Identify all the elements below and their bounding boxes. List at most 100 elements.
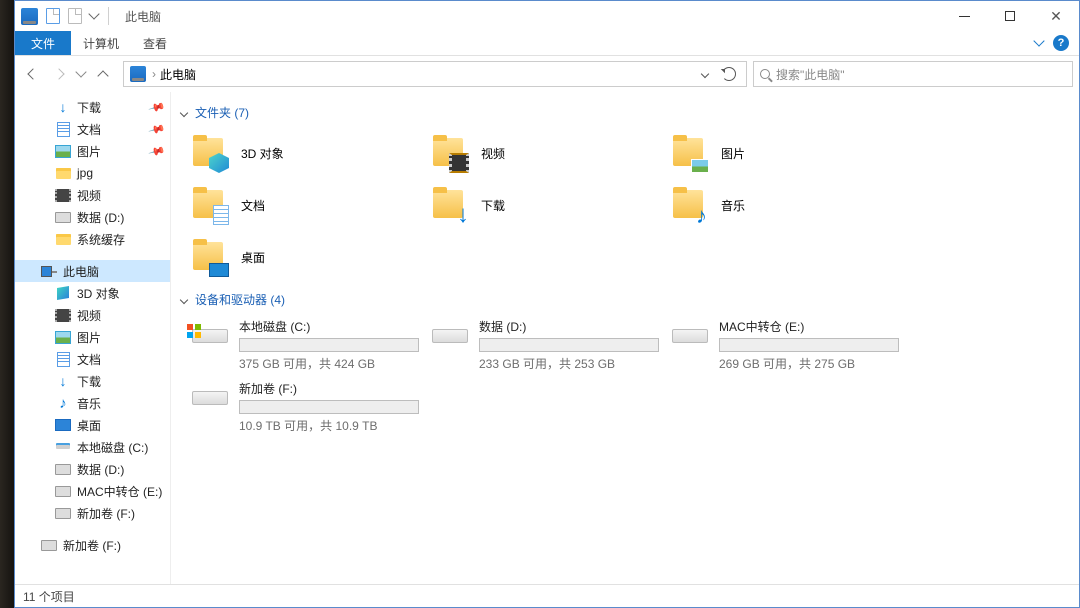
folder-icon (55, 231, 71, 247)
maximize-button[interactable] (987, 1, 1033, 31)
tree-item[interactable]: 图片 (15, 326, 170, 348)
capacity-bar (239, 338, 419, 352)
group-drives-header[interactable]: 设备和驱动器 (4) (171, 283, 1079, 314)
address-bar[interactable]: › 此电脑 (123, 61, 747, 87)
drive-item[interactable]: MAC中转仓 (E:) 269 GB 可用，共 275 GB (665, 314, 905, 376)
drive-item[interactable]: 数据 (D:) 233 GB 可用，共 253 GB (425, 314, 665, 376)
folder-icon (671, 135, 711, 171)
tab-file[interactable]: 文件 (15, 31, 71, 55)
tree-item[interactable]: 本地磁盘 (C:) (15, 436, 170, 458)
history-dropdown[interactable] (73, 62, 89, 86)
folder-item[interactable]: 图片 (665, 127, 905, 179)
folder-icon (191, 135, 231, 171)
folder-item[interactable]: 音乐 (665, 179, 905, 231)
hdd-icon (55, 461, 71, 477)
tree-this-pc[interactable]: 此电脑 (15, 260, 170, 282)
hdd-icon (55, 483, 71, 499)
dl-icon (55, 99, 71, 115)
this-pc-icon (21, 8, 38, 25)
folder-item[interactable]: 视频 (425, 127, 665, 179)
doc-icon (55, 121, 71, 137)
folder-item[interactable]: 下载 (425, 179, 665, 231)
address-dropdown-icon[interactable] (701, 70, 709, 78)
folder-icon (55, 165, 71, 181)
tree-item[interactable]: 新加卷 (F:) (15, 534, 170, 556)
tree-item[interactable]: 图片📌 (15, 140, 170, 162)
doc-icon (55, 351, 71, 367)
folder-icon (431, 135, 471, 171)
qat-newfolder-icon[interactable] (68, 8, 82, 24)
this-pc-icon (41, 263, 57, 279)
forward-button[interactable] (47, 62, 71, 86)
doc-overlay-icon (213, 205, 229, 225)
3d-icon (55, 285, 71, 301)
back-button[interactable] (21, 62, 45, 86)
desktop-edge (0, 0, 14, 608)
minimize-button[interactable] (941, 1, 987, 31)
hdd-icon (55, 209, 71, 225)
folder-icon (431, 187, 471, 223)
close-button[interactable]: ✕ (1033, 1, 1079, 31)
drive-item[interactable]: 本地磁盘 (C:) 375 GB 可用，共 424 GB (185, 314, 425, 376)
tree-item[interactable]: jpg (15, 162, 170, 184)
tree-item[interactable]: MAC中转仓 (E:) (15, 480, 170, 502)
folder-item[interactable]: 文档 (185, 179, 425, 231)
tree-item[interactable]: 音乐 (15, 392, 170, 414)
tree-item[interactable]: 视频 (15, 184, 170, 206)
drive-icon (191, 380, 229, 416)
pin-icon: 📌 (148, 98, 166, 116)
drive-icon (191, 318, 229, 354)
tree-item[interactable]: 桌面 (15, 414, 170, 436)
tab-computer[interactable]: 计算机 (71, 31, 131, 55)
pin-icon: 📌 (148, 120, 166, 138)
drive-icon (671, 318, 709, 354)
up-button[interactable] (91, 62, 115, 86)
folder-item[interactable]: 桌面 (185, 231, 425, 283)
drive-item[interactable]: 新加卷 (F:) 10.9 TB 可用，共 10.9 TB (185, 376, 425, 438)
capacity-bar (479, 338, 659, 352)
dl-overlay-icon (449, 205, 469, 225)
ribbon-expand-icon[interactable] (1033, 35, 1044, 46)
tree-item[interactable]: 文档📌 (15, 118, 170, 140)
desk-icon (55, 417, 71, 433)
qat-customize-icon[interactable] (88, 8, 99, 19)
help-icon[interactable]: ? (1053, 35, 1069, 51)
search-box[interactable]: 搜索"此电脑" (753, 61, 1073, 87)
hdd-icon (41, 537, 57, 553)
folder-item[interactable]: 3D 对象 (185, 127, 425, 179)
3d-overlay-icon (209, 153, 229, 173)
capacity-bar (719, 338, 899, 352)
drive-icon (431, 318, 469, 354)
chevron-down-icon (180, 295, 188, 303)
tree-item[interactable]: 数据 (D:) (15, 458, 170, 480)
window-title: 此电脑 (125, 8, 161, 25)
hdd-icon (55, 505, 71, 521)
status-text: 11 个项目 (23, 588, 75, 605)
qat-properties-icon[interactable] (46, 8, 60, 24)
pic-icon (55, 329, 71, 345)
tree-item[interactable]: 系统缓存 (15, 228, 170, 250)
tree-item[interactable]: 视频 (15, 304, 170, 326)
navigation-tree[interactable]: 下载📌文档📌图片📌jpg视频数据 (D:)系统缓存此电脑3D 对象视频图片文档下… (15, 92, 170, 584)
tree-item[interactable]: 3D 对象 (15, 282, 170, 304)
refresh-icon[interactable] (722, 67, 736, 81)
titlebar[interactable]: 此电脑 ✕ (15, 1, 1079, 31)
content-view[interactable]: 文件夹 (7) 3D 对象视频图片文档下载音乐桌面 设备和驱动器 (4) 本地磁… (170, 92, 1079, 584)
ribbon-tabs: 文件 计算机 查看 ? (15, 31, 1079, 56)
tree-item[interactable]: 下载📌 (15, 96, 170, 118)
chevron-down-icon (180, 108, 188, 116)
hdd2-icon (55, 439, 71, 455)
address-text: 此电脑 (160, 66, 196, 83)
group-folders-header[interactable]: 文件夹 (7) (171, 96, 1079, 127)
pic-overlay-icon (691, 159, 709, 173)
tree-item[interactable]: 下载 (15, 370, 170, 392)
tree-item[interactable]: 新加卷 (F:) (15, 502, 170, 524)
address-icon (130, 66, 146, 82)
tree-item[interactable]: 数据 (D:) (15, 206, 170, 228)
search-icon (760, 69, 770, 79)
capacity-bar (239, 400, 419, 414)
tab-view[interactable]: 查看 (131, 31, 179, 55)
quick-access-toolbar: 此电脑 (46, 7, 161, 25)
tree-item[interactable]: 文档 (15, 348, 170, 370)
qat-separator (108, 7, 109, 25)
